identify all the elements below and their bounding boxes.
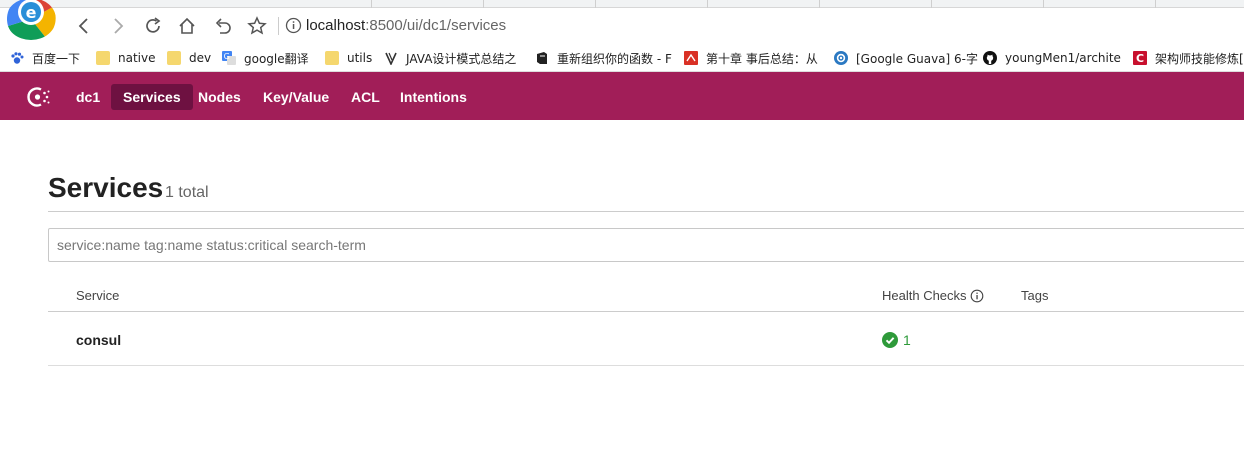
reload-icon — [146, 17, 161, 33]
undo-icon — [215, 18, 231, 34]
bookmarks-bar: 百度一下 native dev G google翻译 utils JAVA设计模… — [0, 44, 1244, 72]
bookmark-label: 架构师技能修炼[ — [1155, 51, 1244, 66]
browser-tab[interactable] — [932, 0, 1044, 8]
bookmark-item[interactable]: G google翻译 — [222, 49, 309, 67]
browser-tab[interactable] — [820, 0, 932, 8]
browser-tab[interactable] — [596, 0, 708, 8]
column-header-label: Health Checks — [882, 288, 967, 303]
browser-tab[interactable] — [1044, 0, 1156, 8]
bookmark-star-button[interactable] — [245, 14, 269, 38]
app-header: dc1 Services Nodes Key/Value ACL Intenti… — [0, 72, 1244, 120]
settings-icon — [834, 51, 848, 65]
folder-icon — [167, 51, 181, 65]
book-icon — [537, 52, 547, 64]
column-header-service[interactable]: Service — [76, 288, 119, 303]
nav-acl[interactable]: ACL — [339, 84, 392, 110]
bookmark-item[interactable]: C 架构师技能修炼[ — [1133, 49, 1244, 67]
site-info-icon[interactable] — [285, 17, 302, 34]
url-path: :8500/ui/dc1/services — [365, 17, 507, 34]
browser-toolbar: e localhost:8500/ui/dc1/services — [0, 0, 1244, 44]
chevron-right-icon — [114, 18, 124, 34]
bookmark-item[interactable]: [Google Guava] 6-字 — [834, 49, 978, 67]
bookmark-folder[interactable]: utils — [325, 49, 372, 67]
consul-logo-icon[interactable] — [24, 84, 52, 110]
title-divider — [48, 211, 1244, 212]
paw-icon — [11, 52, 24, 64]
address-bar[interactable]: localhost:8500/ui/dc1/services — [306, 17, 506, 34]
bookmark-label: youngMen1/archite — [1005, 51, 1121, 65]
translate-icon: G — [222, 51, 236, 65]
health-status: 1 — [882, 332, 911, 348]
nav-nodes[interactable]: Nodes — [186, 84, 253, 110]
bookmark-label: JAVA设计模式总结之 — [406, 51, 517, 66]
datacenter-menu[interactable]: dc1 — [64, 84, 112, 110]
home-button[interactable] — [175, 14, 199, 38]
bookmark-label: 百度一下 — [32, 51, 81, 66]
nav-intentions[interactable]: Intentions — [388, 84, 479, 110]
bookmark-label: google翻译 — [244, 51, 309, 66]
column-header-tags[interactable]: Tags — [1021, 288, 1048, 303]
bookmark-folder[interactable]: native — [96, 49, 155, 67]
browser-tab[interactable] — [708, 0, 820, 8]
search-input[interactable] — [48, 228, 1244, 262]
svg-text:C: C — [1136, 52, 1144, 65]
page-title: Services — [48, 172, 164, 203]
bookmark-label: dev — [189, 51, 212, 65]
site-icon — [684, 51, 698, 65]
browser-tab-strip — [0, 0, 1244, 8]
bookmark-label: native — [118, 51, 156, 65]
folder-icon — [96, 51, 110, 65]
browser-tab[interactable] — [260, 0, 372, 8]
bookmark-item[interactable]: JAVA设计模式总结之 — [384, 49, 516, 67]
nav-key-value[interactable]: Key/Value — [251, 84, 341, 110]
svg-text:e: e — [26, 3, 37, 22]
bookmark-item[interactable]: 第十章 事后总结：从 — [684, 49, 818, 67]
service-name[interactable]: consul — [76, 332, 121, 348]
bookmark-label: utils — [347, 51, 373, 65]
forward-button[interactable] — [106, 14, 130, 38]
passing-count: 1 — [903, 332, 911, 348]
bookmark-folder[interactable]: dev — [167, 49, 211, 67]
check-circle-icon — [882, 332, 898, 348]
java-icon — [385, 52, 397, 65]
bookmark-label: 第十章 事后总结：从 — [706, 51, 818, 66]
github-icon — [983, 51, 997, 65]
bookmark-item[interactable]: 百度一下 — [10, 49, 80, 67]
bookmark-label: 重新组织你的函数 - F — [557, 51, 672, 66]
home-icon — [179, 17, 195, 34]
browser-tab[interactable] — [484, 0, 596, 8]
browser-logo-icon: e — [6, 0, 56, 40]
column-header-health-checks[interactable]: Health Checks — [882, 288, 984, 303]
site-c-icon: C — [1133, 51, 1147, 65]
nav-services[interactable]: Services — [111, 84, 193, 110]
chevron-left-icon — [78, 18, 88, 34]
reload-button[interactable] — [141, 14, 165, 38]
services-total: 1 total — [165, 184, 209, 201]
info-icon[interactable] — [970, 289, 984, 303]
url-host: localhost — [306, 17, 366, 34]
browser-tab[interactable] — [372, 0, 484, 8]
star-icon — [247, 16, 267, 35]
svg-text:G: G — [224, 52, 230, 61]
back-button[interactable] — [72, 14, 96, 38]
table-row[interactable]: consul 1 — [48, 312, 1244, 366]
bookmark-item[interactable]: 重新组织你的函数 - F — [535, 49, 672, 67]
address-separator — [278, 17, 279, 35]
bookmark-label: [Google Guava] 6-字 — [856, 51, 978, 66]
undo-button[interactable] — [211, 14, 235, 38]
bookmark-item[interactable]: youngMen1/archite — [983, 49, 1121, 67]
folder-icon — [325, 51, 339, 65]
